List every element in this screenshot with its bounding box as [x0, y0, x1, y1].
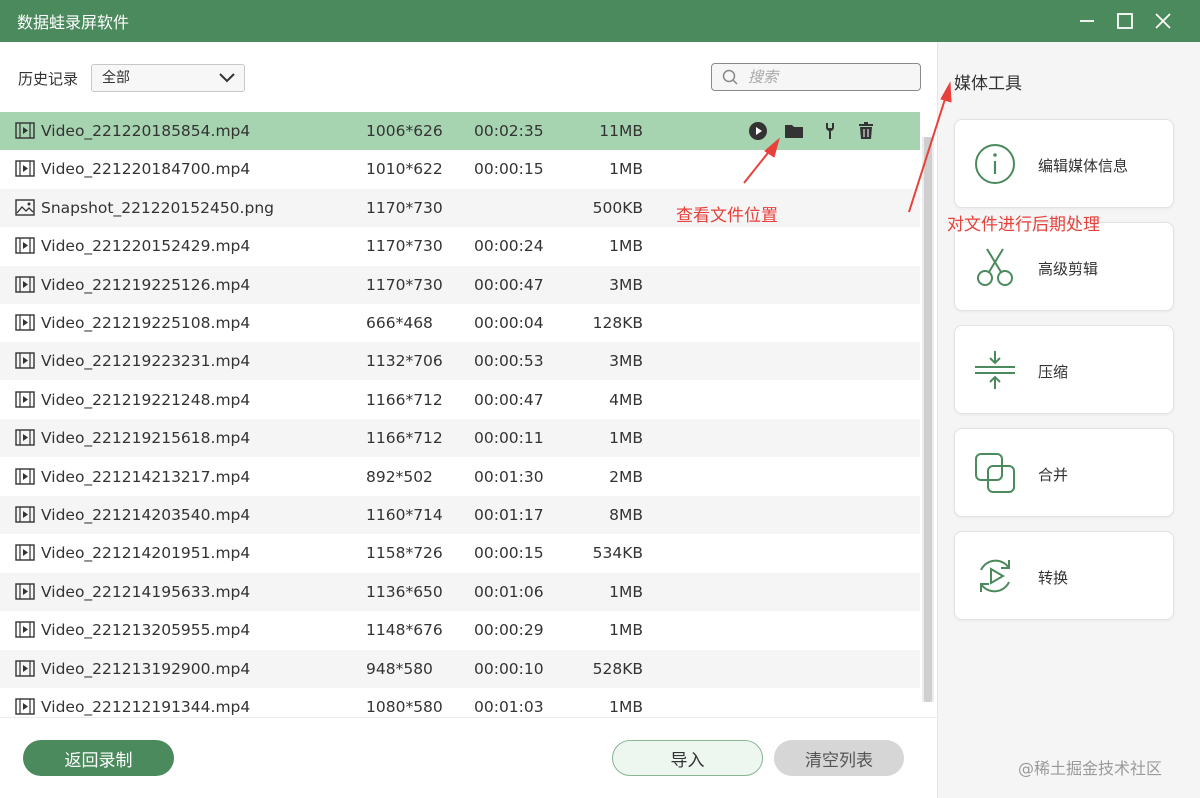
watermark: @稀土掘金技术社区	[1018, 759, 1163, 778]
annotation-folder-note: 查看文件位置	[676, 206, 778, 226]
annotation-tools-note: 对文件进行后期处理	[947, 215, 1100, 235]
arrow-to-tools	[908, 81, 952, 213]
annotation-arrows	[743, 81, 952, 213]
arrow-to-folder	[743, 137, 780, 184]
